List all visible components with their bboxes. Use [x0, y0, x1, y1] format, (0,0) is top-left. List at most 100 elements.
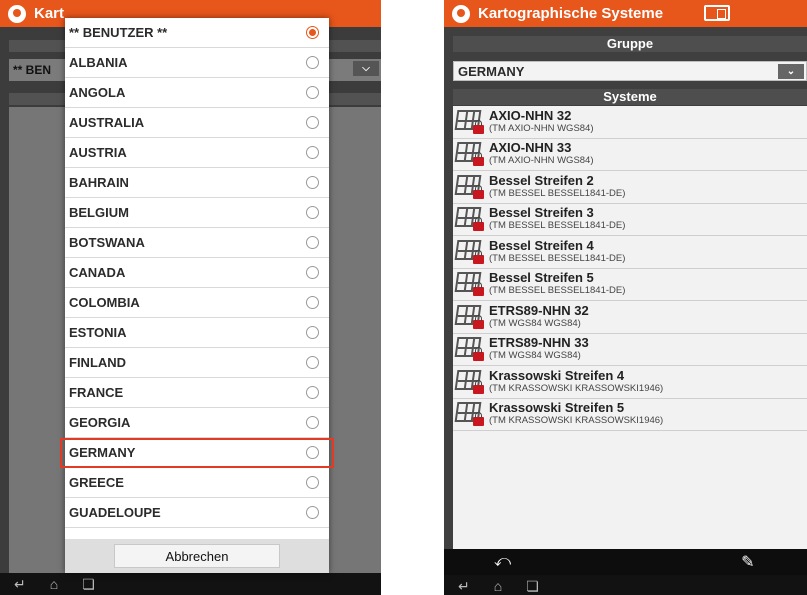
radio-button[interactable]: [306, 416, 319, 429]
system-item[interactable]: Bessel Streifen 3 (TM BESSEL BESSEL1841-D…: [453, 204, 807, 236]
radio-button[interactable]: [306, 176, 319, 189]
country-item[interactable]: AUSTRIA: [65, 138, 329, 168]
country-item[interactable]: COLOMBIA: [65, 288, 329, 318]
radio-button[interactable]: [306, 116, 319, 129]
android-nav-bar: ↵ ⌂ ❏: [0, 573, 381, 595]
country-item[interactable]: BAHRAIN: [65, 168, 329, 198]
group-header: Gruppe: [453, 36, 807, 52]
back-icon[interactable]: ↵: [14, 576, 26, 593]
system-text: ETRS89-NHN 33 (TM WGS84 WGS84): [489, 336, 589, 362]
country-item[interactable]: BOTSWANA: [65, 228, 329, 258]
edit-pencil-icon[interactable]: ✎: [741, 552, 754, 572]
system-text: Bessel Streifen 4 (TM BESSEL BESSEL1841-D…: [489, 239, 625, 265]
country-label: FINLAND: [69, 355, 127, 370]
country-item[interactable]: FRANCE: [65, 378, 329, 408]
radio-button[interactable]: [306, 326, 319, 339]
system-text: Bessel Streifen 2 (TM BESSEL BESSEL1841-D…: [489, 174, 625, 200]
country-item[interactable]: FINLAND: [65, 348, 329, 378]
system-text: Bessel Streifen 5 (TM BESSEL BESSEL1841-D…: [489, 271, 625, 297]
chevron-down-icon: ⌵: [353, 61, 379, 76]
system-projection: (TM KRASSOWSKI KRASSOWSKI1946): [489, 415, 664, 427]
country-item[interactable]: GEORGIA: [65, 408, 329, 438]
system-projection: (TM BESSEL BESSEL1841-DE): [489, 220, 626, 232]
system-item[interactable]: Bessel Streifen 5 (TM BESSEL BESSEL1841-D…: [453, 269, 807, 301]
home-icon[interactable]: ⌂: [494, 578, 502, 594]
radio-button[interactable]: [306, 86, 319, 99]
system-text: AXIO-NHN 33 (TM AXIO-NHN WGS84): [489, 141, 594, 167]
recent-apps-icon[interactable]: ❏: [526, 578, 539, 595]
country-item[interactable]: ** BENUTZER **: [65, 18, 329, 48]
systems-header: Systeme: [453, 89, 807, 105]
radio-button[interactable]: [306, 506, 319, 519]
radio-button[interactable]: [306, 206, 319, 219]
map-lock-icon: [454, 207, 484, 232]
country-label: BAHRAIN: [69, 175, 129, 190]
left-screen: Kart ** BEN ⌵ ↵ ⌂ ❏ ** BENUTZER ** ALBANI…: [0, 0, 381, 595]
systems-list: AXIO-NHN 32 (TM AXIO-NHN WGS84) AXIO-NHN 3…: [453, 106, 807, 549]
recent-apps-icon[interactable]: ❏: [82, 576, 95, 593]
system-item[interactable]: AXIO-NHN 32 (TM AXIO-NHN WGS84): [453, 106, 807, 139]
radio-button[interactable]: [306, 236, 319, 249]
system-item[interactable]: ETRS89-NHN 33 (TM WGS84 WGS84): [453, 334, 807, 366]
country-label: GREECE: [69, 475, 124, 490]
radio-button[interactable]: [306, 266, 319, 279]
system-text: Krassowski Streifen 4 (TM KRASSOWSKI KRAS…: [489, 369, 663, 395]
radio-button[interactable]: [306, 296, 319, 309]
system-projection: (TM AXIO-NHN WGS84): [489, 155, 594, 167]
android-nav-bar: ↵ ⌂ ❏: [444, 575, 807, 595]
system-name: Bessel Streifen 5: [489, 270, 594, 286]
app-icon: [452, 4, 470, 23]
system-name: ETRS89-NHN 32: [489, 302, 589, 318]
home-icon[interactable]: ⌂: [50, 576, 58, 592]
country-item[interactable]: ALBANIA: [65, 48, 329, 78]
map-lock-icon: [454, 369, 484, 394]
system-text: ETRS89-NHN 32 (TM WGS84 WGS84): [489, 304, 589, 330]
title-bar: Kartographische Systeme: [444, 0, 807, 27]
country-label: ANGOLA: [69, 85, 126, 100]
system-item[interactable]: Krassowski Streifen 4 (TM KRASSOWSKI KRAS…: [453, 366, 807, 399]
system-projection: (TM BESSEL BESSEL1841-DE): [489, 187, 626, 199]
country-label: BOTSWANA: [69, 235, 145, 250]
radio-button[interactable]: [306, 146, 319, 159]
radio-button[interactable]: [306, 56, 319, 69]
cancel-button[interactable]: Abbrechen: [114, 544, 280, 568]
country-label: GUADELOUPE: [69, 505, 161, 520]
radio-button[interactable]: [306, 446, 319, 459]
system-item[interactable]: Krassowski Streifen 5 (TM KRASSOWSKI KRAS…: [453, 399, 807, 431]
system-projection: (TM WGS84 WGS84): [489, 350, 581, 362]
system-projection: (TM BESSEL BESSEL1841-DE): [489, 252, 626, 264]
group-dropdown-value: ** BEN: [13, 63, 52, 77]
country-item[interactable]: ESTONIA: [65, 318, 329, 348]
country-item[interactable]: AUSTRALIA: [65, 108, 329, 138]
radio-button[interactable]: [306, 386, 319, 399]
system-projection: (TM AXIO-NHN WGS84): [489, 122, 594, 134]
chevron-down-icon[interactable]: ⌄: [778, 64, 804, 79]
country-item[interactable]: GUADELOUPE: [65, 498, 329, 528]
system-projection: (TM WGS84 WGS84): [489, 317, 581, 329]
system-item[interactable]: Bessel Streifen 2 (TM BESSEL BESSEL1841-D…: [453, 171, 807, 204]
country-item[interactable]: CANADA: [65, 258, 329, 288]
group-dropdown[interactable]: GERMANY ⌄: [453, 61, 807, 81]
system-text: AXIO-NHN 32 (TM AXIO-NHN WGS84): [489, 109, 594, 135]
country-label: COLOMBIA: [69, 295, 140, 310]
country-label: ** BENUTZER **: [69, 25, 168, 40]
radio-button[interactable]: [306, 26, 319, 39]
system-name: Bessel Streifen 3: [489, 205, 594, 221]
system-name: Bessel Streifen 2: [489, 172, 594, 188]
system-item[interactable]: Bessel Streifen 4 (TM BESSEL BESSEL1841-D…: [453, 236, 807, 269]
back-icon[interactable]: ↵: [458, 578, 470, 595]
system-name: Krassowski Streifen 4: [489, 367, 625, 383]
map-lock-icon: [454, 109, 484, 134]
system-item[interactable]: AXIO-NHN 33 (TM AXIO-NHN WGS84): [453, 139, 807, 171]
system-item[interactable]: ETRS89-NHN 32 (TM WGS84 WGS84): [453, 301, 807, 334]
radio-button[interactable]: [306, 476, 319, 489]
right-screen: Kartographische Systeme Gruppe GERMANY ⌄…: [444, 0, 807, 595]
back-icon[interactable]: ⤺: [494, 553, 511, 571]
country-item[interactable]: BELGIUM: [65, 198, 329, 228]
country-item[interactable]: GERMANY: [60, 438, 334, 468]
radio-button[interactable]: [306, 356, 319, 369]
system-name: AXIO-NHN 33: [489, 140, 572, 156]
country-item[interactable]: GREECE: [65, 468, 329, 498]
country-item[interactable]: ANGOLA: [65, 78, 329, 108]
map-lock-icon: [454, 402, 484, 427]
